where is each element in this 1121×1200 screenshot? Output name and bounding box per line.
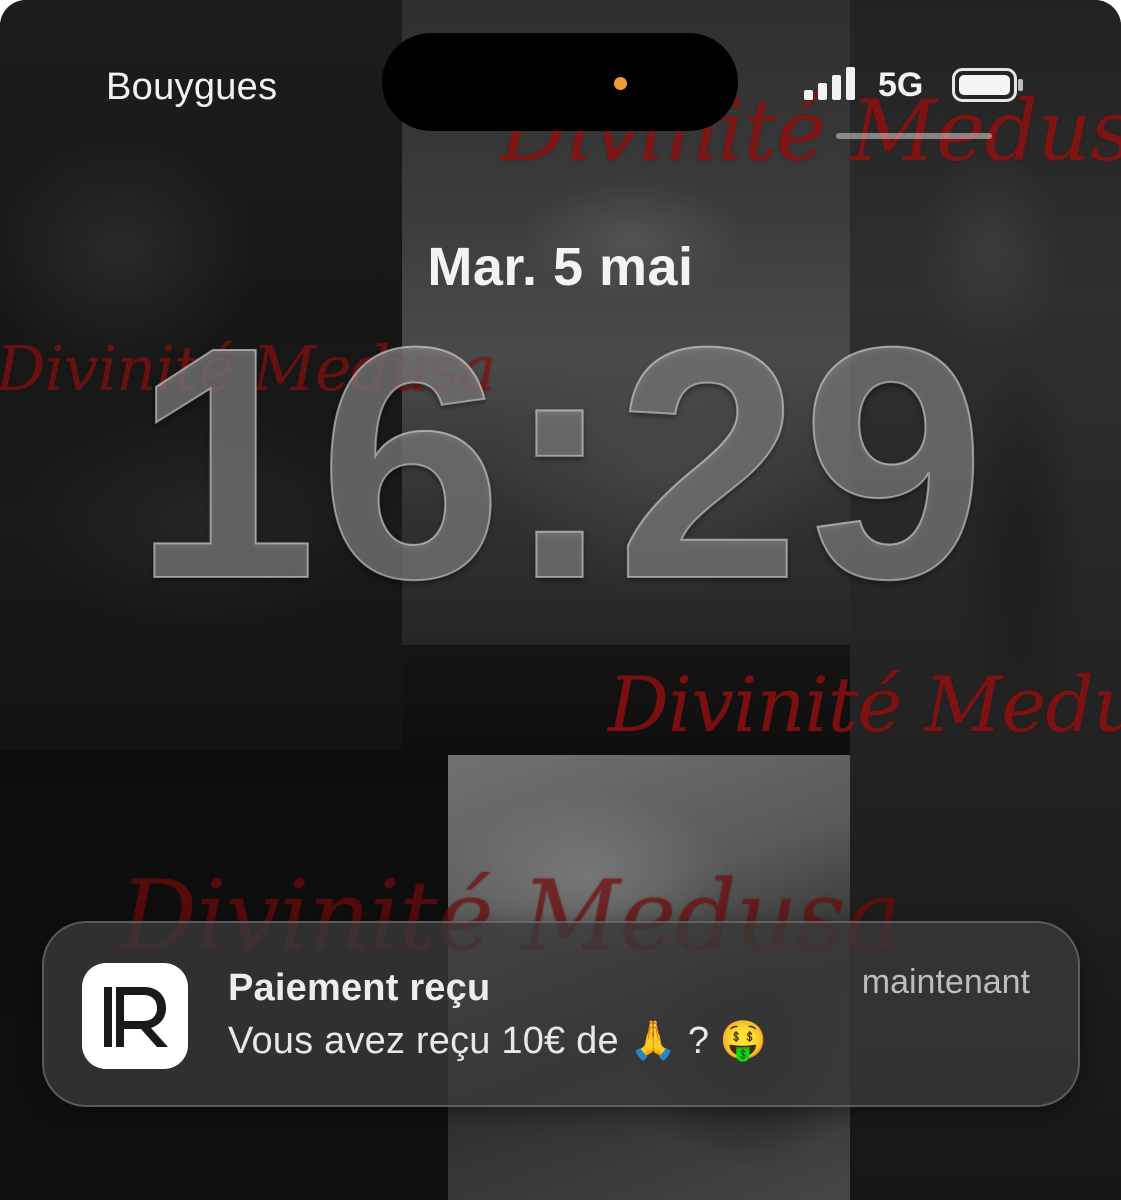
status-bar: Bouygues 5G (0, 0, 1121, 140)
lock-screen-clock[interactable]: 16:29 (0, 297, 1121, 629)
notification-body: Vous avez reçu 10€ de 🙏 ? 🤑 (228, 1020, 768, 1062)
cellular-signal-icon (804, 67, 855, 100)
notification-card[interactable]: Paiement reçu maintenant Vous avez reçu … (42, 921, 1080, 1107)
privacy-indicator-dot (614, 77, 627, 90)
r-logo-app-icon (82, 963, 188, 1069)
network-type-label: 5G (878, 66, 924, 104)
notification-timestamp: maintenant (861, 963, 1030, 1001)
dynamic-island[interactable] (382, 33, 738, 131)
battery-full-icon (952, 68, 1023, 102)
notification-title: Paiement reçu (228, 967, 491, 1009)
carrier-name: Bouygues (106, 66, 278, 108)
lock-screen-indicator (836, 133, 992, 139)
lock-screen: Divinité Medusa Divinité Medusa Divinité… (0, 0, 1121, 1200)
watermark-text: Divinité Medusa (608, 660, 1121, 749)
